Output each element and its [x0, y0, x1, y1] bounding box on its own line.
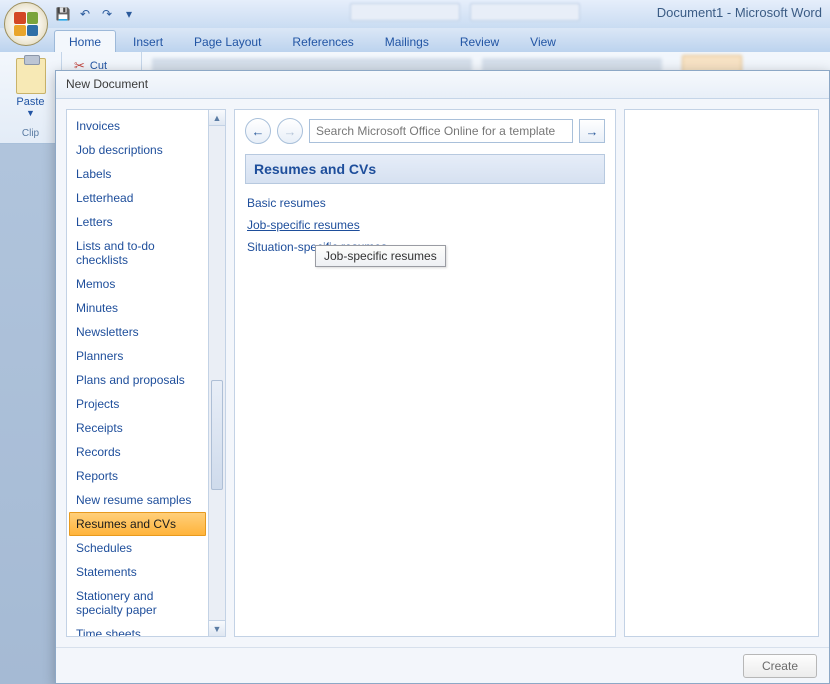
scroll-down-icon[interactable]: ▼: [209, 620, 225, 636]
category-item[interactable]: Planners: [69, 344, 206, 368]
category-item[interactable]: Plans and proposals: [69, 368, 206, 392]
undo-icon[interactable]: ↶: [76, 5, 94, 23]
category-item[interactable]: Schedules: [69, 536, 206, 560]
results-header: Resumes and CVs: [245, 154, 605, 184]
search-input[interactable]: [309, 119, 573, 143]
category-item[interactable]: Reports: [69, 464, 206, 488]
tab-mailings[interactable]: Mailings: [371, 31, 443, 52]
save-icon[interactable]: 💾: [54, 5, 72, 23]
clipboard-group-label: Clip: [8, 128, 53, 139]
paste-label: Paste: [10, 96, 51, 108]
category-item[interactable]: Minutes: [69, 296, 206, 320]
window-title: Document1 - Microsoft Word: [657, 5, 822, 20]
tab-page-layout[interactable]: Page Layout: [180, 31, 275, 52]
back-button[interactable]: ←: [245, 118, 271, 144]
background-browser-tabs: [350, 3, 580, 21]
tab-insert[interactable]: Insert: [119, 31, 177, 52]
category-item[interactable]: New resume samples: [69, 488, 206, 512]
category-item[interactable]: Lists and to-do checklists: [69, 234, 206, 272]
tab-references[interactable]: References: [278, 31, 367, 52]
preview-pane: [624, 109, 819, 637]
category-item[interactable]: Stationery and specialty paper: [69, 584, 206, 622]
ribbon-tabs: Home Insert Page Layout References Maili…: [0, 28, 830, 52]
category-item[interactable]: Letterhead: [69, 186, 206, 210]
create-button[interactable]: Create: [743, 654, 817, 678]
category-item[interactable]: Newsletters: [69, 320, 206, 344]
clipboard-icon: [16, 58, 46, 94]
category-scrollbar[interactable]: ▲ ▼: [209, 109, 226, 637]
office-logo-icon: [14, 12, 38, 36]
subcategory-link[interactable]: Job-specific resumes: [247, 214, 360, 236]
category-item[interactable]: Time sheets: [69, 622, 206, 637]
category-item[interactable]: Resumes and CVs: [69, 512, 206, 536]
category-item[interactable]: Memos: [69, 272, 206, 296]
category-item[interactable]: Projects: [69, 392, 206, 416]
paste-button[interactable]: Paste ▼: [8, 56, 53, 120]
subcategory-link[interactable]: Basic resumes: [247, 192, 326, 214]
forward-button[interactable]: →: [277, 118, 303, 144]
template-results-pane: ← → → Resumes and CVs Basic resumesJob-s…: [234, 109, 616, 637]
new-document-dialog: New Document InvoicesJob descriptionsLab…: [55, 70, 830, 684]
tab-view[interactable]: View: [516, 31, 570, 52]
category-item[interactable]: Records: [69, 440, 206, 464]
office-button[interactable]: [4, 2, 48, 46]
redo-icon[interactable]: ↷: [98, 5, 116, 23]
category-item[interactable]: Invoices: [69, 114, 206, 138]
titlebar: 💾 ↶ ↷ ▾ Document1 - Microsoft Word: [0, 0, 830, 28]
scroll-up-icon[interactable]: ▲: [209, 110, 225, 126]
category-item[interactable]: Statements: [69, 560, 206, 584]
qat-dropdown-icon[interactable]: ▾: [120, 5, 138, 23]
tab-review[interactable]: Review: [446, 31, 513, 52]
category-item[interactable]: Receipts: [69, 416, 206, 440]
search-go-button[interactable]: →: [579, 119, 605, 143]
category-list[interactable]: InvoicesJob descriptionsLabelsLetterhead…: [66, 109, 209, 637]
category-item[interactable]: Labels: [69, 162, 206, 186]
category-item[interactable]: Job descriptions: [69, 138, 206, 162]
tab-home[interactable]: Home: [54, 30, 116, 52]
dialog-title: New Document: [56, 71, 829, 99]
paste-dropdown-icon[interactable]: ▼: [10, 108, 51, 118]
tooltip: Job-specific resumes: [315, 245, 446, 267]
quick-access-toolbar: 💾 ↶ ↷ ▾: [54, 5, 138, 23]
scroll-thumb[interactable]: [211, 380, 223, 490]
category-item[interactable]: Letters: [69, 210, 206, 234]
